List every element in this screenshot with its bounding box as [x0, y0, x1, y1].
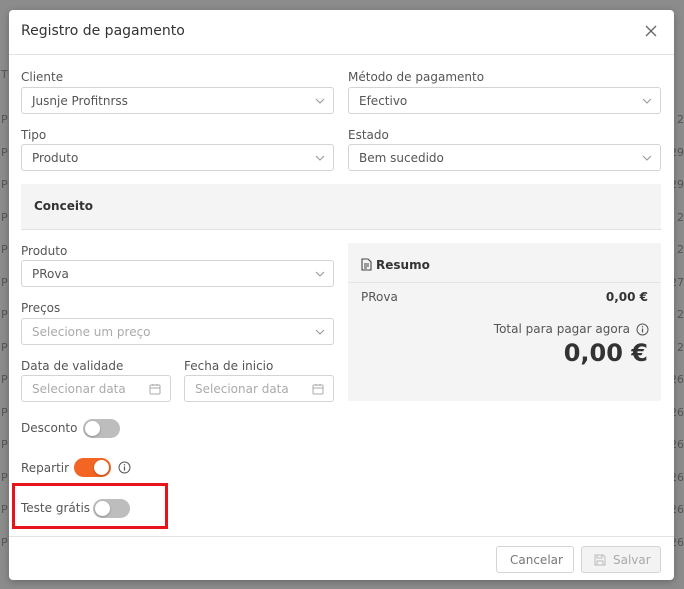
client-select[interactable]: Jusnje Profitnrss [21, 87, 334, 114]
save-icon [594, 554, 606, 566]
split-toggle[interactable] [74, 458, 111, 477]
bg-column-header: T [1, 68, 8, 81]
expiry-date-placeholder: Selecionar data [32, 382, 126, 396]
prices-select-placeholder: Selecione um preço [32, 325, 151, 339]
bg-row-digit: 2 [677, 243, 684, 256]
info-icon[interactable] [636, 323, 649, 336]
type-label: Tipo [21, 128, 47, 142]
summary-panel: Resumo PRova 0,00 € Total para pagar ago… [348, 243, 661, 401]
bg-row-letter: P [1, 276, 8, 289]
chevron-down-icon [315, 98, 325, 104]
total-label: Total para pagar agora [493, 322, 630, 336]
save-button-label: Salvar [613, 553, 651, 567]
document-icon [361, 258, 372, 271]
type-select[interactable]: Produto [21, 144, 334, 171]
discount-label: Desconto [21, 421, 78, 435]
bg-row-letter: P [1, 243, 8, 256]
product-select[interactable]: PRova [21, 260, 334, 287]
payment-register-modal: Registro de pagamento Cliente Jusnje Pro… [9, 10, 674, 580]
concept-section-title: Conceito [34, 199, 93, 213]
expiry-date-label: Data de validade [21, 359, 124, 373]
prices-label: Preços [21, 301, 61, 315]
close-button[interactable] [642, 22, 660, 40]
summary-divider [348, 282, 661, 283]
product-select-value: PRova [32, 267, 69, 281]
prices-select[interactable]: Selecione um preço [21, 318, 334, 345]
bg-row-letter: P [1, 308, 8, 321]
chevron-down-icon [642, 98, 652, 104]
bg-row-letter: P [1, 536, 8, 549]
toggle-knob [94, 460, 109, 475]
client-select-value: Jusnje Profitnrss [32, 94, 128, 108]
concept-section-header: Conceito [21, 184, 661, 230]
bg-row-letter: P [1, 373, 8, 386]
calendar-icon [149, 384, 161, 395]
bg-row-letter: P [1, 503, 8, 516]
chevron-down-icon [315, 271, 325, 277]
calendar-icon [312, 384, 324, 395]
start-date-input[interactable]: Selecionar data [184, 375, 334, 402]
modal-title: Registro de pagamento [21, 23, 185, 39]
info-icon[interactable] [118, 461, 131, 474]
bg-row-letter: P [1, 341, 8, 354]
bg-row-letter: P [1, 471, 8, 484]
modal-footer: Cancelar Salvar [9, 536, 674, 580]
summary-title: Resumo [376, 258, 430, 272]
expiry-date-input[interactable]: Selecionar data [21, 375, 171, 402]
bg-row-letter: P [1, 211, 8, 224]
free-trial-highlight-box [12, 483, 168, 529]
save-button[interactable]: Salvar [581, 546, 661, 573]
bg-row-digit: 2 [677, 211, 684, 224]
status-select-value: Bem sucedido [359, 151, 444, 165]
close-icon [645, 25, 657, 37]
bg-row-letter: P [1, 178, 8, 191]
client-label: Cliente [21, 70, 64, 84]
bg-row-letter: P [1, 406, 8, 419]
chevron-down-icon [315, 329, 325, 335]
status-label: Estado [348, 128, 389, 142]
cancel-button[interactable]: Cancelar [496, 546, 574, 573]
product-label: Produto [21, 244, 68, 258]
cancel-button-label: Cancelar [510, 553, 563, 567]
total-amount: 0,00 € [563, 339, 648, 367]
status-select[interactable]: Bem sucedido [348, 144, 661, 171]
payment-method-label: Método de pagamento [348, 70, 485, 84]
chevron-down-icon [315, 155, 325, 161]
discount-toggle[interactable] [83, 419, 120, 438]
start-date-label: Fecha de inicio [184, 359, 274, 373]
summary-item-name: PRova [361, 290, 398, 304]
bg-row-digit: 2 [677, 308, 684, 321]
chevron-down-icon [642, 155, 652, 161]
bg-row-letter: P [1, 113, 8, 126]
start-date-placeholder: Selecionar data [195, 382, 289, 396]
split-label: Repartir [21, 461, 70, 475]
toggle-knob [85, 421, 100, 436]
bg-row-letter: P [1, 146, 8, 159]
bg-row-letter: P [1, 438, 8, 451]
bg-row-digit: 2 [677, 113, 684, 126]
modal-header: Registro de pagamento [9, 10, 674, 55]
summary-item-price: 0,00 € [605, 290, 648, 304]
payment-method-value: Efectivo [359, 94, 408, 108]
bg-row-digit: 2 [677, 341, 684, 354]
payment-method-select[interactable]: Efectivo [348, 87, 661, 114]
type-select-value: Produto [32, 151, 79, 165]
